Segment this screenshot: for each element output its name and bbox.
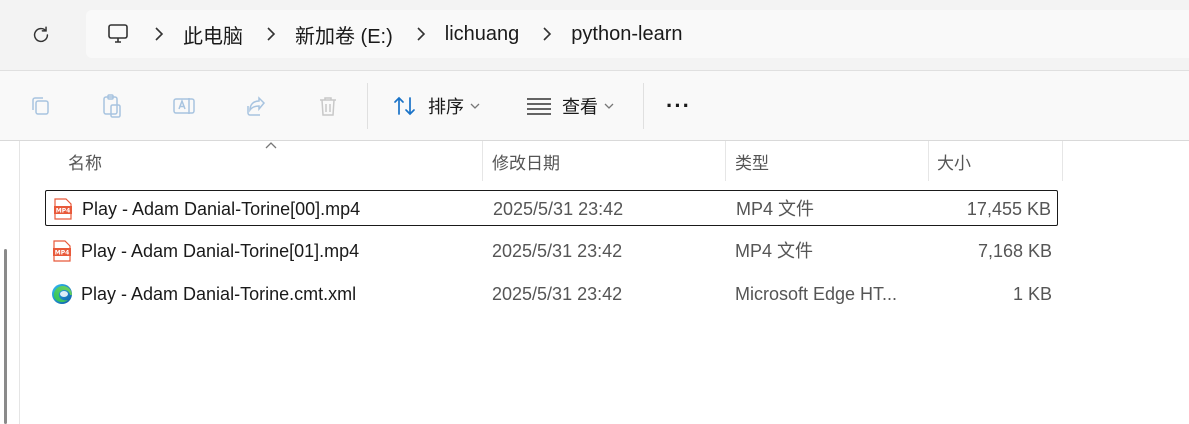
column-header-name[interactable]: 名称 xyxy=(68,141,102,181)
file-row[interactable]: Play - Adam Danial-Torine.cmt.xml 2025/5… xyxy=(45,276,1058,312)
rename-icon xyxy=(173,98,195,114)
chevron-right-icon[interactable] xyxy=(149,26,169,42)
column-divider[interactable] xyxy=(1062,141,1063,181)
delete-button[interactable] xyxy=(315,93,341,119)
file-row[interactable]: MP4 Play - Adam Danial-Torine[01].mp4 20… xyxy=(45,233,1058,269)
address-bar-area: 此电脑 新加卷 (E:) lichuang python-learn xyxy=(0,0,1189,71)
file-list-pane: 名称 修改日期 类型 大小 MP4 Play - Adam Danial-Tor… xyxy=(0,141,1189,424)
svg-text:MP4: MP4 xyxy=(56,208,71,215)
toolbar-divider xyxy=(367,83,368,129)
trash-icon xyxy=(320,97,336,116)
view-menu-button[interactable]: 查看 xyxy=(526,91,614,121)
breadcrumb-item-this-pc[interactable]: 此电脑 xyxy=(183,20,243,49)
sort-ascending-icon xyxy=(265,142,277,149)
chevron-down-icon xyxy=(470,103,480,109)
this-pc-icon[interactable] xyxy=(105,21,131,47)
chevron-down-icon xyxy=(604,103,614,109)
file-date: 2025/5/31 23:42 xyxy=(492,284,623,304)
breadcrumb-item-volume[interactable]: 新加卷 (E:) xyxy=(295,20,393,49)
chevron-right-icon[interactable] xyxy=(261,26,281,42)
view-list-icon xyxy=(527,98,551,115)
paste-icon xyxy=(103,94,121,118)
edge-icon xyxy=(52,284,72,304)
toolbar-divider xyxy=(643,83,644,129)
file-size: 7,168 KB xyxy=(977,241,1052,261)
more-options-button[interactable]: ··· xyxy=(666,91,691,121)
chevron-right-icon[interactable] xyxy=(411,26,431,42)
svg-text:MP4: MP4 xyxy=(55,250,70,257)
sort-icon xyxy=(394,96,415,116)
more-icon: ··· xyxy=(666,93,691,118)
file-name: Play - Adam Danial-Torine[00].mp4 xyxy=(82,199,361,219)
copy-icon xyxy=(32,97,49,115)
file-type: Microsoft Edge HT... xyxy=(735,284,898,304)
file-size: 17,455 KB xyxy=(966,199,1051,219)
share-icon xyxy=(247,96,266,116)
file-row[interactable]: MP4 Play - Adam Danial-Torine[00].mp4 20… xyxy=(45,190,1058,226)
column-divider[interactable] xyxy=(928,141,929,181)
breadcrumb-item-lichuang[interactable]: lichuang xyxy=(445,23,520,46)
address-box[interactable]: 此电脑 新加卷 (E:) lichuang python-learn xyxy=(86,10,1189,58)
file-name: Play - Adam Danial-Torine[01].mp4 xyxy=(81,241,360,261)
mp4-file-icon: MP4 xyxy=(53,240,71,262)
copy-button[interactable] xyxy=(27,93,53,119)
file-date: 2025/5/31 23:42 xyxy=(493,199,624,219)
share-button[interactable] xyxy=(243,93,269,119)
file-size: 1 KB xyxy=(1012,284,1052,304)
paste-button[interactable] xyxy=(99,93,125,119)
refresh-icon xyxy=(33,26,49,43)
file-date: 2025/5/31 23:42 xyxy=(492,241,623,261)
column-divider[interactable] xyxy=(482,141,483,181)
refresh-button[interactable] xyxy=(26,20,56,50)
file-type: MP4 文件 xyxy=(735,241,814,261)
column-header-date[interactable]: 修改日期 xyxy=(492,141,560,181)
column-divider[interactable] xyxy=(725,141,726,181)
sort-label: 排序 xyxy=(428,97,464,117)
column-header-type[interactable]: 类型 xyxy=(735,141,769,181)
pane-divider xyxy=(19,141,20,424)
view-label: 查看 xyxy=(562,97,598,117)
sort-menu-button[interactable]: 排序 xyxy=(392,91,480,121)
file-type: MP4 文件 xyxy=(736,199,815,219)
column-header-size[interactable]: 大小 xyxy=(937,141,971,181)
breadcrumb-item-python-learn[interactable]: python-learn xyxy=(571,23,682,46)
chevron-right-icon[interactable] xyxy=(537,26,557,42)
mp4-file-icon: MP4 xyxy=(54,198,72,220)
file-name: Play - Adam Danial-Torine.cmt.xml xyxy=(81,284,357,304)
command-toolbar: 排序 查看 ··· xyxy=(0,71,1189,141)
vertical-scrollbar[interactable] xyxy=(4,249,7,424)
rename-button[interactable] xyxy=(171,93,197,119)
